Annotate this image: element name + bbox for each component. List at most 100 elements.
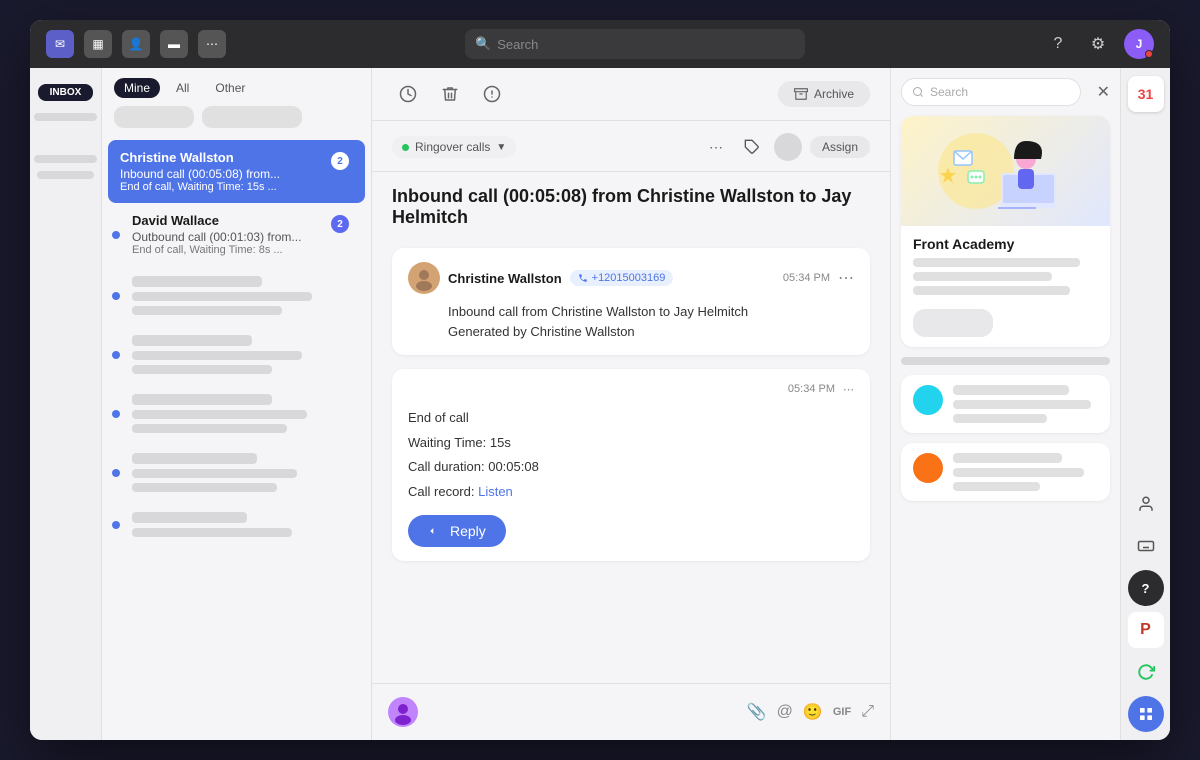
conv-filter-pill1[interactable] [114, 106, 194, 128]
contact-lines-1 [953, 385, 1098, 423]
attachment-icon[interactable]: 📎 [747, 702, 767, 722]
call-info-meta: 05:34 PM ⋯ [408, 383, 854, 396]
search-placeholder: Search [497, 37, 538, 52]
message-time-1: 05:34 PM [783, 272, 830, 284]
refresh-icon-btn[interactable] [1128, 654, 1164, 690]
contact-line-1a [953, 385, 1069, 395]
snooze-button[interactable] [392, 78, 424, 110]
search-icon: 🔍 [475, 36, 491, 52]
calendar-icon-tb[interactable]: ▦ [84, 30, 112, 58]
more-icon-tb[interactable]: ⋯ [198, 30, 226, 58]
delete-button[interactable] [434, 78, 466, 110]
archive-label: Archive [814, 87, 854, 101]
gif-icon[interactable]: GIF [833, 706, 851, 718]
conv-item-active[interactable]: Christine Wallston Inbound call (00:05:0… [108, 140, 365, 203]
compose-bar: 📎 @ 🙂 GIF ⤢ [372, 683, 890, 740]
conv-panel-header: Mine All Other [102, 68, 371, 136]
right-search[interactable]: Search [901, 78, 1081, 106]
sender-name-1: Christine Wallston [448, 271, 562, 286]
spam-button[interactable] [476, 78, 508, 110]
assignee-avatar [774, 133, 802, 161]
conv-sub-2: End of call, Waiting Time: 8s ... [132, 244, 332, 256]
channel-online-dot [402, 144, 409, 151]
academy-title: Front Academy [901, 226, 1110, 258]
chart-icon-tb[interactable]: ▬ [160, 30, 188, 58]
reply-button[interactable]: Reply [408, 515, 506, 547]
conversation-view: Archive Ringover calls ▼ ⋯ Assign [372, 68, 890, 740]
call-info-card: 05:34 PM ⋯ End of call Waiting Time: 15s… [392, 369, 870, 561]
mail-icon[interactable]: ✉ [46, 30, 74, 58]
more-options-button[interactable]: ⋯ [702, 133, 730, 161]
archive-button[interactable]: Archive [778, 81, 870, 107]
message-meta-1: Christine Wallston +12015003169 05:34 PM… [408, 262, 854, 294]
p-icon-btn[interactable]: P [1128, 612, 1164, 648]
calendar-icon-sidebar[interactable]: 31 [1128, 76, 1164, 112]
sender-avatar-1 [408, 262, 440, 294]
unread-dot-2 [112, 231, 120, 239]
conversation-list: Christine Wallston Inbound call (00:05:0… [102, 136, 371, 740]
channel-chevron: ▼ [496, 142, 506, 153]
user-avatar[interactable]: J [1124, 29, 1154, 59]
conv-item-skel-5[interactable] [108, 502, 365, 547]
contact-line-2b [953, 468, 1084, 477]
unread-dot-skel3 [112, 410, 120, 418]
call-more[interactable]: ⋯ [843, 383, 854, 396]
contact-line-1c [953, 414, 1047, 423]
skel-name-4 [132, 453, 257, 464]
conv-item-skel-2[interactable] [108, 325, 365, 384]
contacts-icon-tb[interactable]: 👤 [122, 30, 150, 58]
label-button[interactable] [738, 133, 766, 161]
global-search-box[interactable]: 🔍 Search [465, 29, 805, 59]
conversation-header: Ringover calls ▼ ⋯ Assign [372, 121, 890, 172]
listen-link[interactable]: Listen [478, 484, 513, 499]
right-panel-header: Search ✕ [901, 78, 1110, 106]
assign-button[interactable]: Assign [810, 136, 870, 158]
right-panel: Search ✕ [890, 68, 1120, 740]
waiting-time: Waiting Time: 15s [408, 431, 854, 456]
conv-header-actions: ⋯ Assign [702, 133, 870, 161]
question-icon-btn[interactable]: ? [1128, 570, 1164, 606]
keyboard-icon-btn[interactable] [1128, 528, 1164, 564]
title-bar-left: ✉ ▦ 👤 ▬ ⋯ [46, 30, 226, 58]
help-button[interactable]: ? [1044, 30, 1072, 58]
grid-icon-btn[interactable] [1128, 696, 1164, 732]
right-panel-close[interactable]: ✕ [1097, 82, 1110, 102]
conv-tab-mine[interactable]: Mine [114, 78, 160, 98]
settings-button[interactable]: ⚙ [1084, 30, 1112, 58]
message-card-1: Christine Wallston +12015003169 05:34 PM… [392, 248, 870, 355]
skel-sub-1 [132, 306, 282, 315]
emoji-icon[interactable]: 🙂 [803, 702, 823, 722]
left-spacer [37, 133, 94, 149]
skel-preview-5 [132, 528, 292, 537]
expand-icon[interactable]: ⤢ [861, 703, 874, 721]
notification-dot [1145, 50, 1153, 58]
skel-name-1 [132, 276, 262, 287]
compose-input[interactable] [428, 694, 737, 730]
title-bar-search: 🔍 Search [226, 29, 1044, 59]
skel-sub-3 [132, 424, 287, 433]
conv-tab-all[interactable]: All [166, 78, 199, 98]
title-bar: ✉ ▦ 👤 ▬ ⋯ 🔍 Search ? ⚙ J [30, 20, 1170, 68]
person-icon-btn[interactable] [1128, 486, 1164, 522]
mention-icon[interactable]: @ [777, 703, 793, 721]
conv-item-skel-3[interactable] [108, 384, 365, 443]
conv-item-2[interactable]: David Wallace Outbound call (00:01:03) f… [108, 203, 365, 266]
conv-tab-other[interactable]: Other [205, 78, 255, 98]
academy-illustration [901, 116, 1110, 226]
message-more-1[interactable]: ⋯ [838, 268, 854, 288]
skel-preview-4 [132, 469, 297, 478]
conv-name-2: David Wallace [132, 213, 353, 228]
channel-badge[interactable]: Ringover calls ▼ [392, 136, 516, 158]
unread-dot-skel1 [112, 292, 120, 300]
conv-item-skel-1[interactable] [108, 266, 365, 325]
skel-sub-4 [132, 483, 277, 492]
contact-lines-2 [953, 453, 1098, 491]
academy-line-2 [913, 272, 1052, 281]
conv-item-skel-4[interactable] [108, 443, 365, 502]
academy-cta-button[interactable] [913, 309, 993, 337]
inbox-tab[interactable]: INBOX [38, 84, 93, 101]
conv-filter-pill2[interactable] [202, 106, 302, 128]
filter-placeholder [34, 155, 98, 163]
contact-avatar-1 [913, 385, 943, 415]
conv-tabs: Mine All Other [114, 78, 359, 98]
